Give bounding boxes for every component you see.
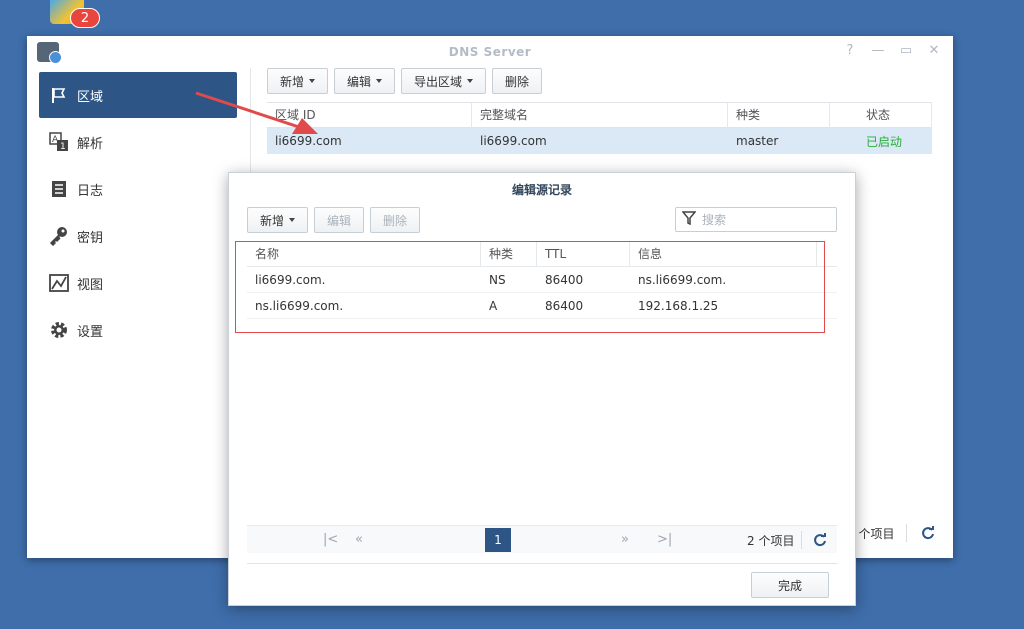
dialog-title[interactable]: 编辑源记录 [229,173,855,207]
flag-icon [49,85,69,105]
svg-text:1: 1 [60,142,66,152]
window-footer: 1 个项目 [847,524,937,542]
title-bar[interactable]: DNS Server ? — ▭ ✕ [27,36,953,68]
sidebar-item-resolve[interactable]: A1 解析 [39,119,237,165]
maximize-icon[interactable]: ▭ [899,43,913,58]
key-icon [49,226,69,246]
item-count: 2 个项目 [747,534,795,548]
column-header-status[interactable]: 状态 [830,102,932,128]
type-cell: master [736,134,779,148]
next-page-icon[interactable]: » [621,532,629,547]
zone-toolbar: 新增 编辑 导出区域 删除 [267,68,543,94]
pagination-bar: |< « 1 » >| 2 个项目 [247,525,837,553]
sidebar-item-label: 区域 [77,89,104,105]
delete-record-button[interactable]: 删除 [370,207,421,233]
domain-cell: li6699.com [480,134,547,148]
close-icon[interactable]: ✕ [927,43,941,58]
search-box [675,207,837,232]
table-row[interactable]: li6699.com li6699.com master 已启动 [267,128,932,154]
highlight-box [235,241,825,333]
zone-table: 区域 ID 完整域名 种类 状态 li6699.com li6699.com m… [267,102,932,154]
refresh-icon[interactable] [811,531,829,549]
zone-table-header: 区域 ID 完整域名 种类 状态 [267,102,932,128]
sidebar-item-view[interactable]: 视图 [39,260,237,306]
delete-zone-button[interactable]: 删除 [492,68,543,94]
current-page[interactable]: 1 [485,528,511,552]
column-header-type[interactable]: 种类 [728,102,830,128]
notification-badge: 2 [70,8,100,28]
sidebar: 区域 A1 解析 日志 密钥 视图 设置 [27,68,251,558]
gear-icon [49,320,69,340]
sidebar-item-label: 设置 [77,324,104,340]
divider [906,524,908,542]
record-toolbar: 新增 编辑 删除 [247,207,421,233]
divider [247,563,837,564]
refresh-icon[interactable] [919,524,937,542]
sidebar-item-zone[interactable]: 区域 [39,72,237,118]
sidebar-item-label: 日志 [77,183,104,199]
prev-page-icon[interactable]: « [355,532,363,547]
last-page-icon[interactable]: >| [657,532,672,547]
sidebar-item-label: 密钥 [77,230,104,246]
help-icon[interactable]: ? [843,43,857,58]
first-page-icon[interactable]: |< [323,532,338,547]
sidebar-item-key[interactable]: 密钥 [39,213,237,259]
status-badge: 已启动 [866,134,903,149]
column-header-zone-id[interactable]: 区域 ID [267,102,472,128]
view-icon [49,273,69,293]
new-zone-button[interactable]: 新增 [267,68,329,94]
resolve-icon: A1 [49,132,69,152]
log-icon [49,179,69,199]
edit-records-dialog: 编辑源记录 新增 编辑 删除 名称 种类 TTL 信息 li6699.com. … [228,172,856,606]
new-record-button[interactable]: 新增 [247,207,309,233]
sidebar-item-log[interactable]: 日志 [39,166,237,212]
zone-id-cell: li6699.com [275,134,342,148]
filter-icon [681,211,697,228]
divider [801,531,802,549]
search-input[interactable] [702,212,822,227]
column-header-domain[interactable]: 完整域名 [472,102,728,128]
sidebar-item-label: 视图 [77,277,104,293]
edit-zone-button[interactable]: 编辑 [334,68,396,94]
sidebar-item-label: 解析 [77,136,104,152]
edit-record-button[interactable]: 编辑 [314,207,365,233]
sidebar-item-settings[interactable]: 设置 [39,307,237,353]
done-button[interactable]: 完成 [751,572,829,598]
minimize-icon[interactable]: — [871,43,885,58]
export-zone-button[interactable]: 导出区域 [401,68,487,94]
window-title: DNS Server [448,45,532,59]
